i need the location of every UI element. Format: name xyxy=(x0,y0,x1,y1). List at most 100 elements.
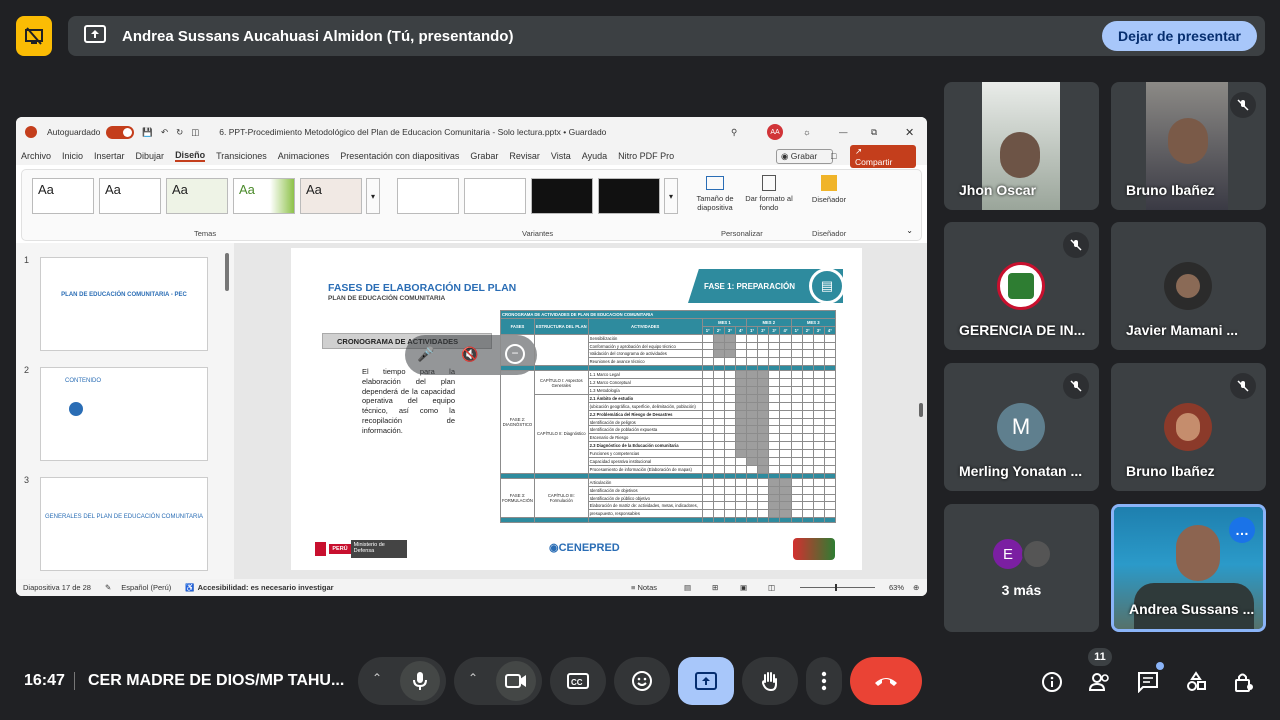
fit-slide-icon[interactable]: ⊕ xyxy=(913,583,919,592)
week-cell xyxy=(712,485,725,495)
week-cell xyxy=(712,464,725,474)
participant-avatar: M xyxy=(997,403,1045,451)
people-button[interactable]: 11 xyxy=(1086,648,1114,696)
search-icon[interactable]: ⚲ xyxy=(731,127,737,138)
week-cell xyxy=(812,357,825,367)
menu-animaciones[interactable]: Animaciones xyxy=(278,151,330,161)
variant-1[interactable] xyxy=(397,178,459,214)
menu-archivo[interactable]: Archivo xyxy=(21,151,51,161)
minimize-icon[interactable]: — xyxy=(839,127,848,137)
undo-icon[interactable]: ↶ xyxy=(161,127,168,138)
thumbnail-slide-1[interactable]: PLAN DE EDUCACIÓN COMUNITARIA - PEC xyxy=(40,257,208,351)
file-title: 6. PPT-Procedimiento Metodológico del Pl… xyxy=(219,127,607,137)
user-avatar[interactable]: AA xyxy=(767,124,783,140)
menu-vista[interactable]: Vista xyxy=(551,151,571,161)
redo-icon[interactable]: ↻ xyxy=(176,127,183,138)
leave-call-button[interactable] xyxy=(850,657,922,705)
theme-5[interactable]: Aa xyxy=(300,178,362,214)
normal-view-icon[interactable]: ▤ xyxy=(684,583,691,592)
variant-2[interactable] xyxy=(464,178,526,214)
more-options-icon[interactable]: … xyxy=(1229,517,1255,543)
spellcheck-icon[interactable]: ✎ xyxy=(105,583,111,592)
week-cell xyxy=(779,477,792,487)
reactions-button[interactable] xyxy=(614,657,670,705)
present-now-button[interactable] xyxy=(678,657,734,705)
share-button[interactable]: ↗ Compartir xyxy=(850,144,916,168)
stop-presenting-button[interactable]: Dejar de presentar xyxy=(1102,21,1257,51)
week-cell xyxy=(779,485,792,495)
theme-4[interactable]: Aa xyxy=(233,178,295,214)
menu-dibujar[interactable]: Dibujar xyxy=(136,151,165,161)
participant-tile[interactable]: Javier Mamani ... xyxy=(1111,222,1266,350)
thumbnails-scrollbar[interactable] xyxy=(225,253,229,291)
thumbnail-slide-3[interactable]: GENERALES DEL PLAN DE EDUCACIÓN COMUNITA… xyxy=(40,477,208,571)
camera-button[interactable] xyxy=(496,661,536,701)
theme-2[interactable]: Aa xyxy=(99,178,161,214)
more-participants-tile[interactable]: E 3 más xyxy=(944,504,1099,632)
menu-presentacion[interactable]: Presentación con diapositivas xyxy=(340,151,459,161)
close-icon[interactable]: ✕ xyxy=(905,126,914,139)
autosave-toggle[interactable] xyxy=(106,125,135,139)
theme-1[interactable]: Aa xyxy=(32,178,94,214)
volume-off-icon[interactable]: 🔇 xyxy=(461,346,478,363)
week-cell xyxy=(790,509,803,519)
raise-hand-button[interactable] xyxy=(742,657,798,705)
slideshow-icon[interactable]: ◫ xyxy=(768,583,775,592)
chat-button[interactable] xyxy=(1134,662,1164,696)
variants-more-icon[interactable]: ▾ xyxy=(664,178,678,214)
variant-3[interactable] xyxy=(531,178,593,214)
notes-button[interactable]: ≡ Notas xyxy=(631,583,657,592)
menu-nitro[interactable]: Nitro PDF Pro xyxy=(618,151,674,161)
participant-tile[interactable]: Bruno Ibañez xyxy=(1111,82,1266,210)
host-controls-button[interactable] xyxy=(1230,668,1258,696)
present-icon[interactable]: ◫ xyxy=(191,127,199,138)
editor-scrollbar[interactable] xyxy=(919,403,923,417)
more-options-button[interactable] xyxy=(806,657,842,705)
sorter-view-icon[interactable]: ⊞ xyxy=(712,583,718,592)
slide-thumbnails-pane[interactable]: 1 PLAN DE EDUCACIÓN COMUNITARIA - PEC 2 … xyxy=(16,243,234,579)
designer-button[interactable]: Diseñador xyxy=(805,174,853,204)
captions-button[interactable]: CC xyxy=(550,657,606,705)
participant-tile[interactable]: M Merling Yonatan ... xyxy=(944,363,1099,491)
meeting-details-button[interactable] xyxy=(1038,668,1066,696)
thumbnail-slide-2[interactable]: CONTENIDO xyxy=(40,367,208,461)
menu-insertar[interactable]: Insertar xyxy=(94,151,125,161)
lightbulb-icon[interactable]: ☼ xyxy=(803,127,811,137)
video-options-chevron-icon[interactable]: ⌃ xyxy=(468,671,478,685)
participant-tile[interactable]: Bruno Ibañez xyxy=(1111,363,1266,491)
participant-tile[interactable]: Jhon Oscar xyxy=(944,82,1099,210)
record-label: Grabar xyxy=(790,150,818,161)
audio-options-chevron-icon[interactable]: ⌃ xyxy=(372,671,382,685)
language[interactable]: Español (Perú) xyxy=(121,583,171,592)
reading-view-icon[interactable]: ▣ xyxy=(740,583,747,592)
themes-more-icon[interactable]: ▾ xyxy=(366,178,380,214)
self-view-tile[interactable]: … Andrea Sussans ... xyxy=(1111,504,1266,632)
menu-ayuda[interactable]: Ayuda xyxy=(582,151,607,161)
week-cell xyxy=(712,449,725,459)
collapse-ribbon-icon[interactable]: ⌄ xyxy=(906,226,913,235)
accessibility-status[interactable]: Accesibilidad: es necesario investigar xyxy=(198,583,334,592)
menu-inicio[interactable]: Inicio xyxy=(62,151,83,161)
accessibility-icon[interactable]: ♿ xyxy=(185,583,194,592)
ppt-menu-bar: Archivo Inicio Insertar Dibujar Diseño T… xyxy=(16,144,927,168)
variant-4[interactable] xyxy=(598,178,660,214)
mic-off-icon[interactable]: 🎤 xyxy=(417,346,434,363)
restore-icon[interactable]: ⧉ xyxy=(871,127,877,138)
zoom-slider[interactable] xyxy=(800,584,875,591)
menu-revisar[interactable]: Revisar xyxy=(509,151,540,161)
zoom-level[interactable]: 63% xyxy=(889,583,904,592)
menu-grabar[interactable]: Grabar xyxy=(470,151,498,161)
microphone-button[interactable] xyxy=(400,661,440,701)
save-icon[interactable]: 💾 xyxy=(142,127,153,138)
slide-size-button[interactable]: Tamaño de diapositiva xyxy=(690,174,740,212)
menu-transiciones[interactable]: Transiciones xyxy=(216,151,267,161)
theme-3[interactable]: Aa xyxy=(166,178,228,214)
menu-diseno[interactable]: Diseño xyxy=(175,150,206,162)
record-button[interactable]: ◉ Grabar xyxy=(776,148,834,164)
participant-tile[interactable]: GERENCIA DE IN... xyxy=(944,222,1099,350)
activities-button[interactable] xyxy=(1182,668,1210,696)
format-background-button[interactable]: Dar formato al fondo xyxy=(744,174,794,212)
comments-icon[interactable]: □ xyxy=(831,151,836,161)
week-cell xyxy=(779,417,792,427)
week-cell xyxy=(768,433,781,443)
